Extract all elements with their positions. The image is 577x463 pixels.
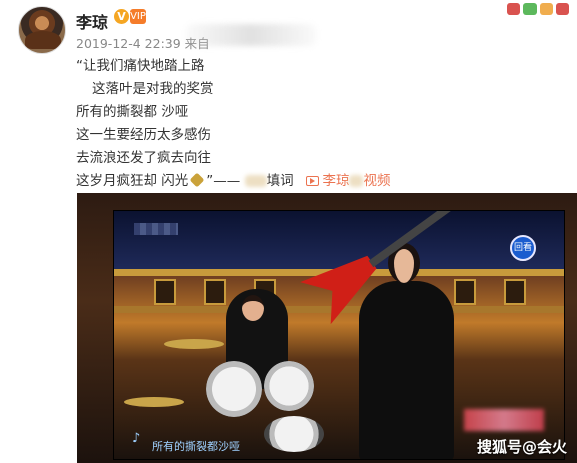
post-photo[interactable]: 回看 ♪ 所有的撕裂都沙哑 搜狐号@会火 bbox=[77, 193, 577, 463]
decoration-icon bbox=[555, 3, 569, 15]
tv-screen: 回看 ♪ 所有的撕裂都沙哑 bbox=[113, 210, 565, 460]
guitarist bbox=[359, 281, 454, 459]
decoration-icon bbox=[523, 3, 537, 15]
post-line: “让我们痛快地踏上路 bbox=[76, 58, 205, 74]
cymbal bbox=[164, 339, 224, 349]
blurred-logo bbox=[134, 223, 178, 235]
decoration-icon bbox=[507, 3, 521, 15]
decoration-icon bbox=[539, 3, 553, 15]
blurred-name bbox=[244, 175, 267, 187]
quote-end: ”—— bbox=[206, 173, 241, 189]
post-line-prefix: 这岁月疯狂却 闪光 bbox=[76, 173, 189, 189]
stage-window bbox=[204, 279, 226, 305]
avatar[interactable] bbox=[18, 6, 66, 54]
drum bbox=[264, 361, 314, 411]
video-link-suffix: 视频 bbox=[363, 173, 391, 189]
avatar-horse-shape bbox=[25, 31, 61, 49]
watermark: 搜狐号@会火 bbox=[476, 438, 567, 456]
blurred-caption bbox=[464, 409, 544, 431]
drum bbox=[206, 361, 262, 417]
post-line: 所有的撕裂都 沙哑 bbox=[76, 104, 189, 120]
stage-window bbox=[454, 279, 476, 305]
post-line: 这落叶是对我的奖赏 bbox=[92, 81, 214, 97]
stage-screen bbox=[114, 211, 564, 271]
corner-badge: 回看 bbox=[510, 235, 536, 261]
stage-window bbox=[504, 279, 526, 305]
post-line: 去流浪还发了疯去向往 bbox=[76, 150, 211, 166]
username[interactable]: 李琼 bbox=[76, 9, 108, 33]
top-right-decoration bbox=[507, 0, 569, 18]
video-link-name: 李琼 bbox=[322, 173, 350, 189]
weibo-post: 李琼 V VIP 2019-12-4 22:39 来自 “让我们痛快地踏上路 这… bbox=[0, 0, 577, 463]
drum bbox=[264, 416, 324, 452]
video-link-icon bbox=[306, 176, 320, 186]
drummer-head bbox=[242, 295, 264, 321]
blurred-source bbox=[186, 24, 316, 46]
blurred-name bbox=[349, 175, 364, 187]
sparkle-icon bbox=[189, 172, 205, 188]
post-line: 这一生要经历太多感伤 bbox=[76, 127, 211, 143]
post-line-last: 这岁月疯狂却 闪光 ”—— 填词 李琼 视频 bbox=[76, 170, 390, 193]
cymbal bbox=[124, 397, 184, 407]
vip-icon: VIP bbox=[130, 9, 146, 24]
verified-badge-icon: V bbox=[114, 9, 129, 24]
stage-window bbox=[154, 279, 176, 305]
music-note-icon: ♪ bbox=[132, 431, 141, 446]
video-subtitle: 所有的撕裂都沙哑 bbox=[152, 440, 240, 453]
lyricist-suffix: 填词 bbox=[266, 173, 294, 189]
post-text: “让我们痛快地踏上路 这落叶是对我的奖赏 所有的撕裂都 沙哑 这一生要经历太多感… bbox=[76, 55, 390, 193]
video-link[interactable]: 李琼 视频 bbox=[306, 173, 390, 189]
